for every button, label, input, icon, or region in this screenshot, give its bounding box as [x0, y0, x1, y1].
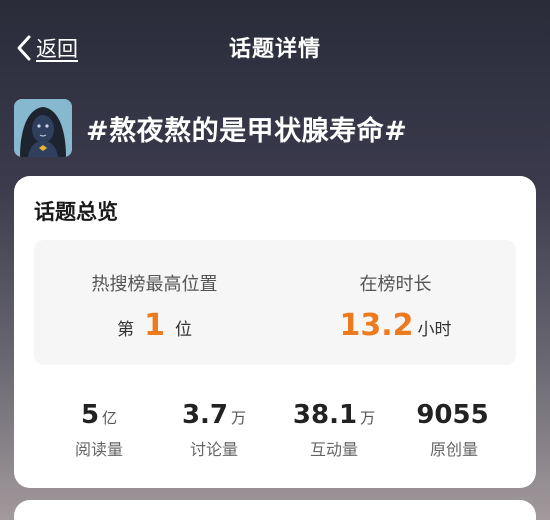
stat-value: 38.1: [292, 400, 358, 430]
stat-discussions: 3.7 万 讨论量: [149, 400, 279, 460]
stat-unit: 亿: [102, 409, 118, 427]
ranking-summary: 热搜榜最高位置 第 1 位 在榜时长 13.2 小时: [34, 240, 516, 365]
stat-label: 原创量: [429, 440, 478, 459]
peak-rank-suffix: 位: [174, 320, 192, 340]
stat-unit: 万: [231, 409, 247, 427]
page-title: 话题详情: [228, 37, 321, 62]
duration: 在榜时长 13.2 小时: [275, 240, 516, 365]
stat-originals: 9055 原创量: [389, 400, 519, 460]
duration-label: 在榜时长: [359, 274, 432, 295]
avatar[interactable]: [14, 99, 72, 157]
topic-header: #熬夜熬的是甲状腺寿命#: [14, 98, 407, 158]
stat-label: 互动量: [309, 440, 358, 459]
stat-label: 阅读量: [74, 440, 123, 459]
peak-rank-value: 1: [144, 308, 165, 343]
next-card: [14, 500, 536, 520]
overview-card: 话题总览 热搜榜最高位置 第 1 位 在榜时长 13.2 小时 5 亿 阅读量: [14, 176, 536, 488]
duration-value: 13.2: [339, 308, 414, 343]
stat-label: 讨论量: [189, 440, 238, 459]
stat-value: 5: [80, 400, 100, 430]
peak-rank-label: 热搜榜最高位置: [91, 274, 218, 295]
stats-row: 5 亿 阅读量 3.7 万 讨论量 38.1 万 互动量 9055 原创量: [14, 400, 536, 470]
stat-reads: 5 亿 阅读量: [34, 400, 164, 460]
avatar-image: [14, 99, 72, 157]
stat-value: 9055: [416, 400, 489, 430]
peak-rank-prefix: 第: [117, 320, 135, 340]
stat-value: 3.7: [181, 400, 229, 430]
duration-suffix: 小时: [417, 320, 452, 340]
peak-rank: 热搜榜最高位置 第 1 位: [34, 240, 275, 365]
navbar: 返回 话题详情: [0, 0, 550, 96]
topic-name: #熬夜熬的是甲状腺寿命#: [86, 115, 408, 147]
stat-unit: 万: [360, 409, 376, 427]
stat-interactions: 38.1 万 互动量: [269, 400, 399, 460]
card-title: 话题总览: [34, 200, 118, 224]
